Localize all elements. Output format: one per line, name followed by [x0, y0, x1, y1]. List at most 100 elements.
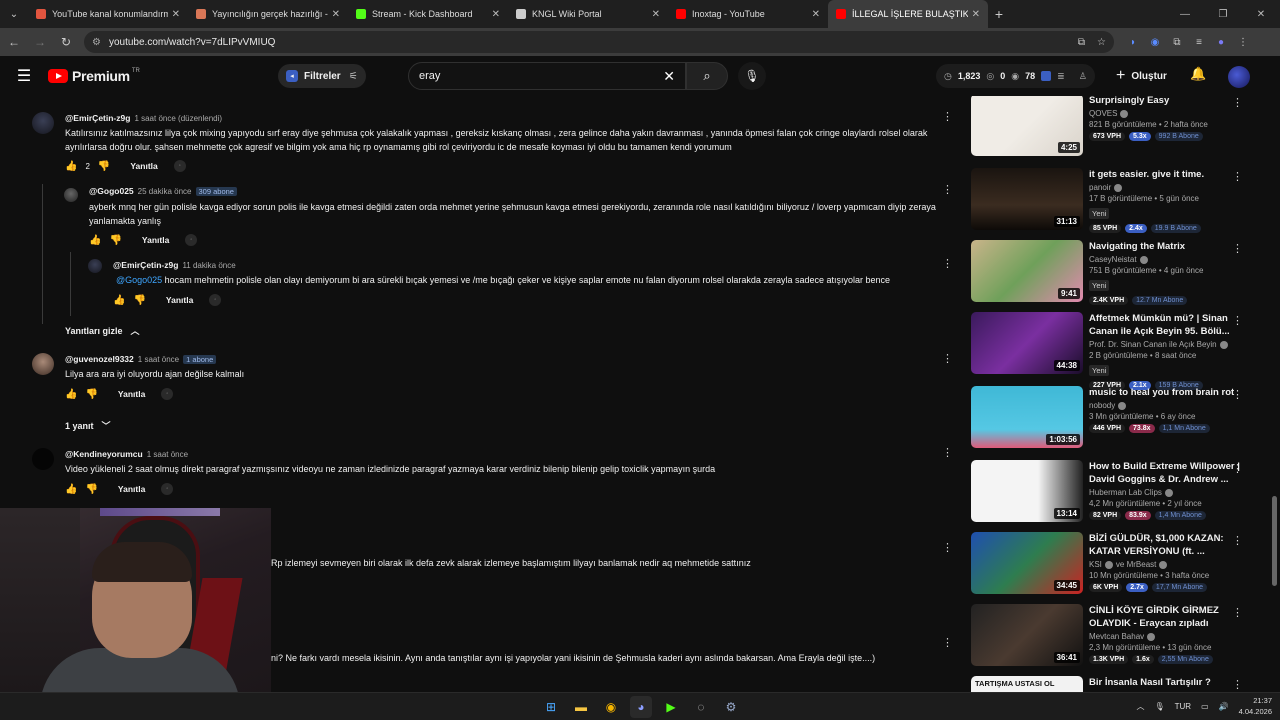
comment-time[interactable]: 25 dakika önce: [138, 187, 192, 196]
recommended-video[interactable]: 1:03:56 music to heal you from brain rot n…: [971, 386, 1261, 452]
channel-name[interactable]: Mevtcan Bahav: [1089, 632, 1144, 641]
video-thumbnail[interactable]: TARTIŞMA USTASI OL: [971, 676, 1083, 692]
restore-icon[interactable]: ❐: [1204, 0, 1242, 28]
reload-icon[interactable]: ↻: [54, 30, 78, 54]
forward-icon[interactable]: →: [28, 30, 52, 54]
tab-close-icon[interactable]: ✕: [972, 9, 980, 20]
avatar[interactable]: [32, 112, 54, 134]
browser-tab[interactable]: İLLEGAL İŞLERE BULAŞTIK! POL ✕: [828, 0, 988, 28]
dislike-icon[interactable]: 👎: [109, 235, 121, 246]
video-title[interactable]: Surprisingly Easy: [1089, 96, 1243, 107]
comment-time[interactable]: 11 dakika önce: [182, 261, 235, 270]
dislike-icon[interactable]: 👎: [133, 295, 145, 306]
browser-tab[interactable]: KNGL Wiki Portal ✕: [508, 0, 668, 28]
app-icon[interactable]: ◌: [690, 696, 712, 718]
microphone-tray-icon[interactable]: 🎙: [1154, 702, 1164, 711]
recommended-video[interactable]: 44:38 Affetmek Mümkün mü? | Sinan Canan i…: [971, 312, 1261, 390]
reply-button[interactable]: Yanıtla: [118, 484, 145, 494]
recommended-video[interactable]: 31:13 it gets easier. give it time. panoir…: [971, 168, 1261, 234]
dislike-icon[interactable]: 👎: [85, 484, 97, 495]
show-replies-button[interactable]: 1 yanıt ﹀: [65, 419, 111, 432]
heart-icon[interactable]: ◦: [185, 234, 198, 246]
comment-menu-icon[interactable]: ⋮: [942, 636, 953, 649]
browser-tab[interactable]: Inoxtag - YouTube ✕: [668, 0, 828, 28]
voice-search-button[interactable]: 🎙: [738, 62, 766, 90]
browser-tab[interactable]: YouTube kanal konumlandırma ✕: [28, 0, 188, 28]
video-menu-icon[interactable]: ⋮: [1232, 314, 1243, 327]
create-button[interactable]: + Oluştur: [1116, 64, 1167, 88]
comment-menu-icon[interactable]: ⋮: [942, 183, 953, 196]
comment-author[interactable]: @Kendineyorumcu: [65, 449, 143, 459]
tab-close-icon[interactable]: ✕: [652, 9, 660, 20]
video-menu-icon[interactable]: ⋮: [1232, 678, 1243, 691]
video-title[interactable]: Bir İnsanla Nasıl Tartışılır ?: [1089, 676, 1243, 689]
scrollbar[interactable]: [1270, 96, 1278, 692]
browser-tab[interactable]: Yayıncılığın gerçek hazırlığı - Cl ✕: [188, 0, 348, 28]
search-button[interactable]: ⌕: [686, 62, 728, 90]
video-menu-icon[interactable]: ⋮: [1232, 388, 1243, 401]
comment-author[interactable]: @guvenozel9332: [65, 354, 134, 364]
heart-icon[interactable]: ◦: [161, 388, 174, 400]
video-thumbnail[interactable]: 13:14: [971, 460, 1083, 522]
video-thumbnail[interactable]: 31:13: [971, 168, 1083, 230]
volume-icon[interactable]: 🔊: [1219, 702, 1229, 711]
reading-list-icon[interactable]: ≡: [1188, 31, 1210, 53]
channel-name[interactable]: Prof. Dr. Sinan Canan ile Açık Beyin: [1089, 340, 1217, 349]
video-menu-icon[interactable]: ⋮: [1232, 462, 1243, 475]
channel-name[interactable]: QOVES: [1089, 109, 1117, 118]
profile-icon[interactable]: ●: [1210, 31, 1232, 53]
hamburger-menu-icon[interactable]: ☰: [0, 66, 48, 86]
video-title[interactable]: it gets easier. give it time.: [1089, 168, 1243, 181]
search-input[interactable]: eray ✕: [408, 62, 686, 90]
cast-icon[interactable]: ⧉: [1078, 37, 1085, 48]
video-title[interactable]: CİNLİ KÖYE GİRDİK GİRMEZ OLAYDIK - Erayc…: [1089, 604, 1243, 630]
video-menu-icon[interactable]: ⋮: [1232, 606, 1243, 619]
video-thumbnail[interactable]: 34:45: [971, 532, 1083, 594]
channel-name[interactable]: panoir: [1089, 183, 1111, 192]
comment-author[interactable]: @Gogo025: [89, 186, 134, 196]
video-thumbnail[interactable]: 4:25: [971, 96, 1083, 156]
settings-icon[interactable]: ⚙: [720, 696, 742, 718]
minimize-icon[interactable]: —: [1166, 0, 1204, 28]
avatar[interactable]: [64, 188, 78, 202]
video-menu-icon[interactable]: ⋮: [1232, 534, 1243, 547]
video-thumbnail[interactable]: 44:38: [971, 312, 1083, 374]
kick-icon[interactable]: ▶: [660, 696, 682, 718]
like-icon[interactable]: 👍: [113, 295, 125, 306]
mention-link[interactable]: @Gogo025: [116, 275, 162, 285]
comment-time[interactable]: 1 saat önce (düzenlendi): [134, 114, 222, 123]
video-thumbnail[interactable]: 9:41: [971, 240, 1083, 302]
video-thumbnail[interactable]: 1:03:56: [971, 386, 1083, 448]
extension-icon[interactable]: ◉: [1144, 31, 1166, 53]
reply-button[interactable]: Yanıtla: [118, 389, 145, 399]
hide-replies-button[interactable]: Yanıtları gizle ︿: [65, 324, 140, 337]
bookmark-star-icon[interactable]: ☆: [1097, 37, 1106, 48]
like-icon[interactable]: 👍: [65, 161, 77, 172]
discord-icon[interactable]: ◕: [630, 696, 652, 718]
avatar[interactable]: [32, 353, 54, 375]
tab-search-icon[interactable]: ⌄: [0, 0, 28, 28]
extension-icon[interactable]: ◗: [1122, 31, 1144, 53]
clock[interactable]: 21:37 4.04.2026: [1239, 695, 1272, 717]
clear-search-icon[interactable]: ✕: [663, 68, 675, 85]
channel-name[interactable]: Huberman Lab Clips: [1089, 488, 1162, 497]
reply-button[interactable]: Yanıtla: [142, 235, 169, 245]
like-icon[interactable]: 👍: [89, 235, 101, 246]
comment-time[interactable]: 1 saat önce: [147, 450, 188, 459]
filters-button[interactable]: ◂ Filtreler ⚟: [278, 64, 366, 88]
file-explorer-icon[interactable]: ▬: [570, 696, 592, 718]
language-indicator[interactable]: TUR: [1175, 702, 1191, 711]
avatar[interactable]: [88, 259, 102, 273]
youtube-logo[interactable]: Premium TR: [48, 68, 140, 84]
channel-name[interactable]: nobody: [1089, 401, 1115, 410]
browser-menu-icon[interactable]: ⋮: [1232, 31, 1254, 53]
avatar[interactable]: [32, 448, 54, 470]
stats-pill[interactable]: ◷ 1,823 ◎ 0 ◉ 78 ≣ ♙: [936, 64, 1095, 88]
comment-menu-icon[interactable]: ⋮: [942, 257, 953, 270]
account-avatar[interactable]: [1228, 66, 1250, 88]
video-menu-icon[interactable]: ⋮: [1232, 96, 1243, 109]
tab-close-icon[interactable]: ✕: [492, 9, 500, 20]
comment-menu-icon[interactable]: ⋮: [942, 110, 953, 123]
comment-time[interactable]: 1 saat önce: [138, 355, 179, 364]
video-thumbnail[interactable]: 36:41: [971, 604, 1083, 666]
